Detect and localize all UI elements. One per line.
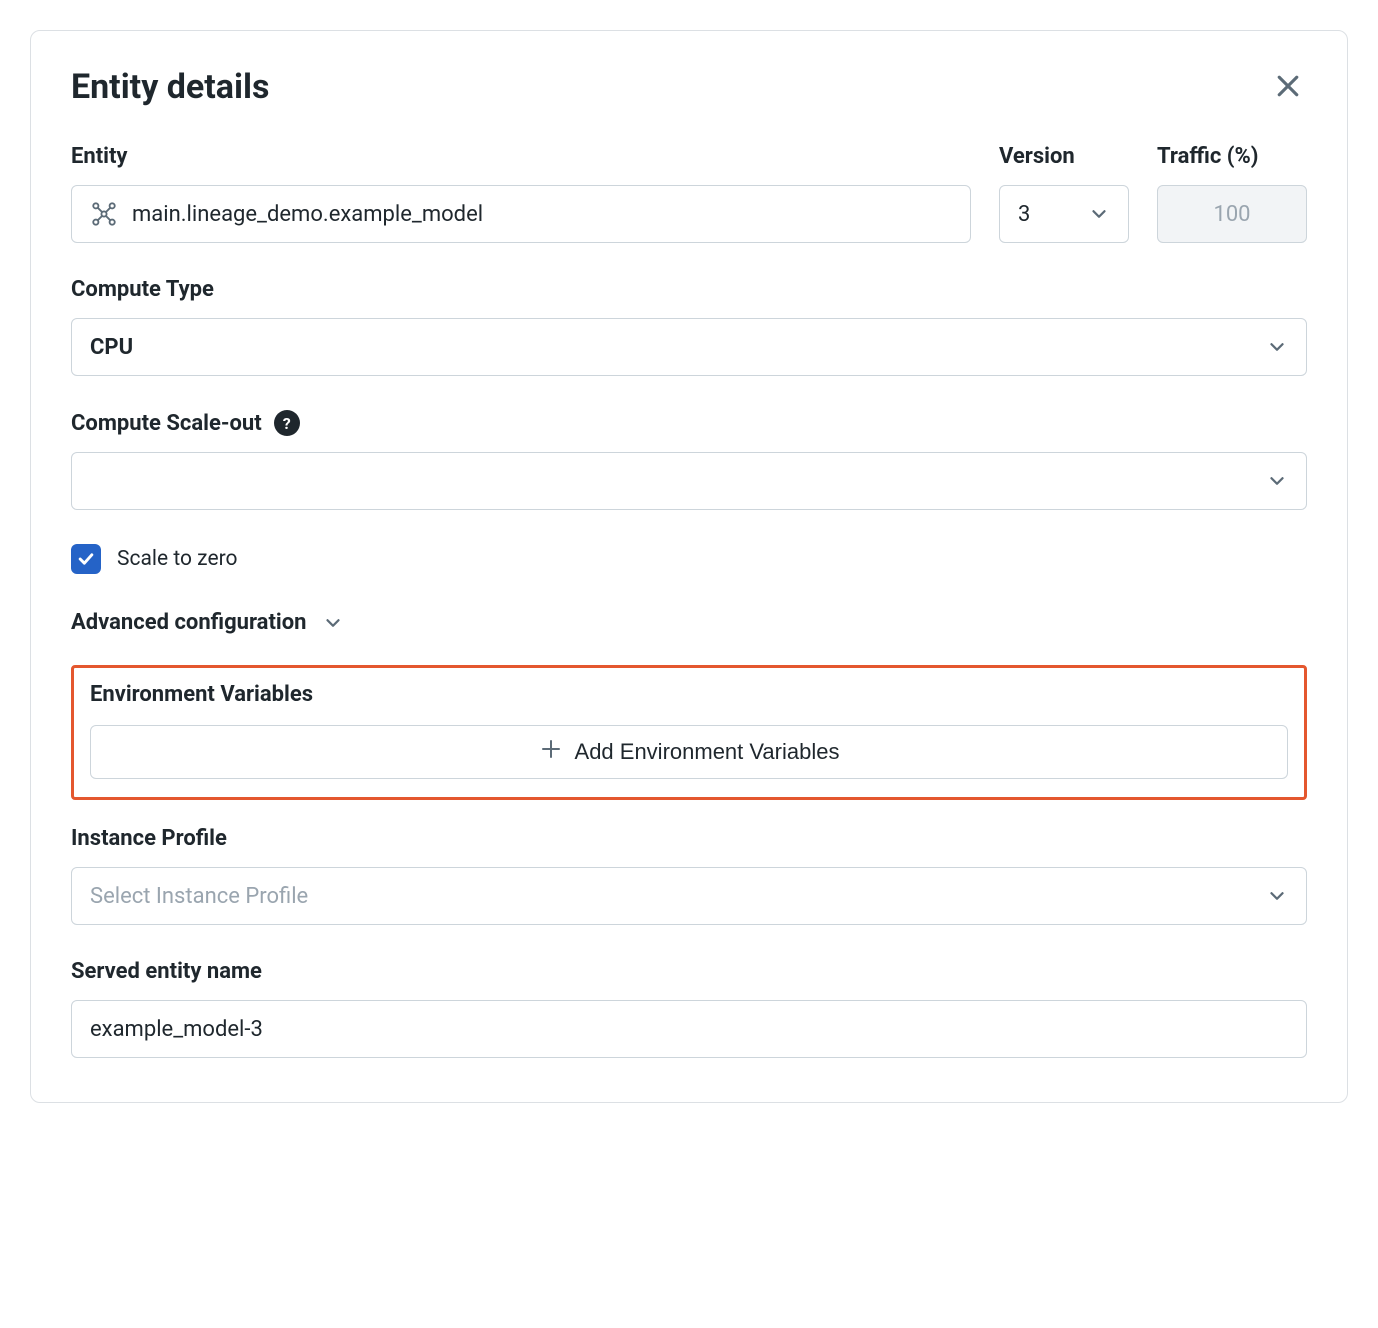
version-value: 3 bbox=[1018, 202, 1030, 227]
compute-type-label: Compute Type bbox=[71, 277, 1307, 302]
add-env-button-label: Add Environment Variables bbox=[575, 739, 840, 765]
top-fields-row: Entity main.lineage_demo.exa bbox=[71, 144, 1307, 243]
advanced-configuration-label: Advanced configuration bbox=[71, 610, 306, 635]
version-label: Version bbox=[999, 144, 1129, 169]
chevron-down-icon bbox=[1266, 885, 1288, 907]
model-icon bbox=[90, 200, 118, 228]
version-field-group: Version 3 bbox=[999, 144, 1129, 243]
compute-type-value: CPU bbox=[90, 335, 133, 360]
traffic-input: 100 bbox=[1157, 185, 1307, 243]
instance-profile-group: Instance Profile Select Instance Profile bbox=[71, 826, 1307, 925]
compute-type-group: Compute Type CPU bbox=[71, 277, 1307, 376]
scale-to-zero-label: Scale to zero bbox=[117, 547, 237, 571]
chevron-down-icon bbox=[1266, 336, 1288, 358]
add-environment-variables-button[interactable]: Add Environment Variables bbox=[90, 725, 1288, 779]
checkbox-checked-icon bbox=[71, 544, 101, 574]
scale-to-zero-checkbox[interactable]: Scale to zero bbox=[71, 544, 1307, 574]
close-icon bbox=[1273, 89, 1303, 104]
environment-variables-label: Environment Variables bbox=[90, 682, 1288, 707]
panel-title: Entity details bbox=[71, 67, 269, 107]
served-entity-name-label: Served entity name bbox=[71, 959, 1307, 984]
chevron-down-icon bbox=[1088, 203, 1110, 225]
compute-type-select[interactable]: CPU bbox=[71, 318, 1307, 376]
plus-icon bbox=[539, 737, 563, 767]
traffic-field-group: Traffic (%) 100 bbox=[1157, 144, 1307, 243]
entity-label: Entity bbox=[71, 144, 971, 169]
traffic-value: 100 bbox=[1213, 202, 1250, 227]
entity-field-group: Entity main.lineage_demo.exa bbox=[71, 144, 971, 243]
help-icon[interactable]: ? bbox=[274, 410, 300, 436]
compute-scaleout-select[interactable] bbox=[71, 452, 1307, 510]
instance-profile-label: Instance Profile bbox=[71, 826, 1307, 851]
advanced-configuration-toggle[interactable]: Advanced configuration bbox=[71, 610, 1307, 635]
chevron-down-icon bbox=[1266, 470, 1288, 492]
instance-profile-select[interactable]: Select Instance Profile bbox=[71, 867, 1307, 925]
chevron-down-icon bbox=[322, 612, 344, 634]
entity-details-panel: Entity details Entity bbox=[30, 30, 1348, 1103]
compute-scaleout-label: Compute Scale-out bbox=[71, 411, 262, 436]
entity-input[interactable]: main.lineage_demo.example_model bbox=[71, 185, 971, 243]
served-entity-name-input[interactable] bbox=[71, 1000, 1307, 1058]
instance-profile-placeholder: Select Instance Profile bbox=[90, 884, 308, 909]
compute-scaleout-group: Compute Scale-out ? bbox=[71, 410, 1307, 510]
panel-header: Entity details bbox=[71, 67, 1307, 108]
version-select[interactable]: 3 bbox=[999, 185, 1129, 243]
entity-value: main.lineage_demo.example_model bbox=[132, 202, 483, 227]
close-button[interactable] bbox=[1269, 67, 1307, 108]
environment-variables-section: Environment Variables Add Environment Va… bbox=[71, 665, 1307, 800]
traffic-label: Traffic (%) bbox=[1157, 144, 1307, 169]
served-entity-name-group: Served entity name bbox=[71, 959, 1307, 1058]
